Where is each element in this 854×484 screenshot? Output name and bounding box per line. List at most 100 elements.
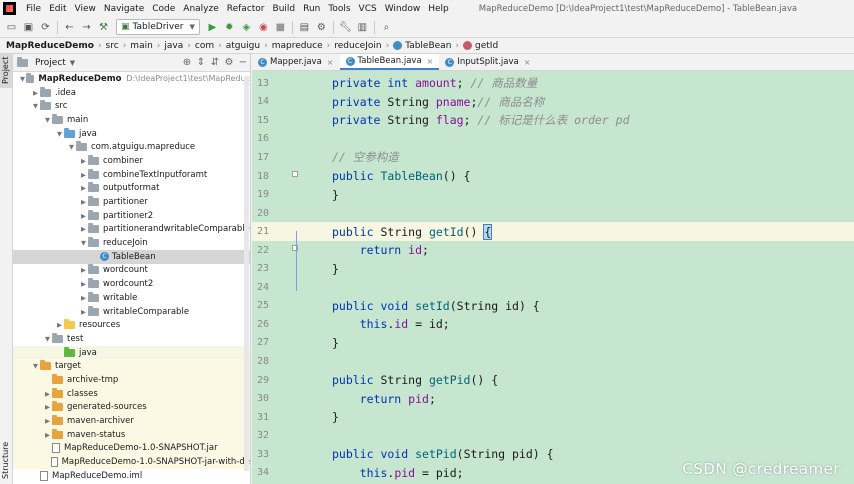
tree-item[interactable]: ▶ wordcount2 bbox=[13, 277, 250, 291]
wrench-icon[interactable]: 🔧︎ bbox=[337, 19, 354, 36]
breadcrumb-item[interactable]: main bbox=[130, 41, 153, 51]
editor-tab[interactable]: C TableBean.java × bbox=[339, 54, 440, 70]
tree-item[interactable]: ▼ com.atguigu.mapreduce bbox=[13, 140, 250, 154]
tree-item[interactable]: ▶ wordcount bbox=[13, 264, 250, 278]
chevron-down-icon[interactable]: ▼ bbox=[43, 116, 52, 124]
code-area[interactable]: 13 private int amount; // 商品数量 14 private S… bbox=[252, 71, 854, 484]
breadcrumb-item[interactable]: reduceJoin bbox=[334, 41, 381, 51]
chevron-right-icon[interactable]: ▶ bbox=[43, 403, 52, 411]
breadcrumb-item[interactable]: src bbox=[106, 41, 119, 51]
menu-item-build[interactable]: Build bbox=[269, 4, 300, 14]
settings-icon[interactable]: ⚙ bbox=[313, 19, 330, 36]
locate-icon[interactable]: ⊕ bbox=[180, 57, 194, 68]
back-arrow-icon[interactable]: ← bbox=[61, 19, 78, 36]
chevron-right-icon[interactable]: ▶ bbox=[79, 212, 88, 220]
profile-icon[interactable]: ◉ bbox=[255, 19, 272, 36]
chevron-right-icon[interactable]: ▶ bbox=[79, 225, 88, 233]
coverage-icon[interactable]: ◈ bbox=[238, 19, 255, 36]
menu-item-window[interactable]: Window bbox=[381, 4, 425, 14]
editor-tab[interactable]: C Mapper.java × bbox=[252, 54, 340, 70]
fold-marker-icon[interactable] bbox=[292, 171, 298, 177]
chevron-right-icon[interactable]: ▶ bbox=[79, 308, 88, 316]
chevron-right-icon[interactable]: ▶ bbox=[79, 184, 88, 192]
chevron-right-icon[interactable]: ▶ bbox=[31, 89, 40, 97]
fold-marker-icon[interactable] bbox=[292, 245, 298, 251]
tree-item[interactable]: ▶ classes bbox=[13, 386, 250, 401]
tree-item[interactable]: ▶ combineTextInputforamt bbox=[13, 168, 250, 182]
tree-item[interactable]: ▼ java bbox=[13, 127, 250, 141]
tree-item[interactable]: ▼ main bbox=[13, 113, 250, 127]
editor-tab[interactable]: C InputSplit.java × bbox=[439, 54, 536, 70]
menu-item-help[interactable]: Help bbox=[424, 4, 453, 14]
chevron-down-icon[interactable]: ▼ bbox=[55, 130, 64, 138]
menu-item-view[interactable]: View bbox=[71, 4, 100, 14]
tree-item[interactable]: ▶ writableComparable bbox=[13, 305, 250, 319]
tree-item[interactable]: MapReduceDemo.iml bbox=[13, 469, 250, 483]
tree-item[interactable]: ▼ reduceJoin bbox=[13, 236, 250, 250]
close-icon[interactable]: × bbox=[327, 58, 334, 67]
menu-item-refactor[interactable]: Refactor bbox=[223, 4, 269, 14]
tree-item[interactable]: ▶ generated-sources bbox=[13, 400, 250, 415]
chevron-right-icon[interactable]: ▶ bbox=[55, 321, 64, 329]
expand-all-icon[interactable]: ⇕ bbox=[194, 57, 208, 68]
chevron-down-icon[interactable]: ▼ bbox=[70, 59, 75, 67]
tree-item[interactable]: java bbox=[13, 345, 250, 360]
chevron-right-icon[interactable]: ▶ bbox=[79, 280, 88, 288]
tree-item[interactable]: ▶ writable bbox=[13, 291, 250, 305]
build-hammer-icon[interactable]: ⚒ bbox=[95, 19, 112, 36]
menu-item-navigate[interactable]: Navigate bbox=[100, 4, 148, 14]
breadcrumb-item[interactable]: mapreduce bbox=[272, 41, 323, 51]
breadcrumb-item[interactable]: TableBean bbox=[405, 41, 451, 51]
tree-item[interactable]: ▼ src bbox=[13, 99, 250, 113]
tree-item[interactable]: MapReduceDemo-1.0-SNAPSHOT-jar-with-de bbox=[13, 455, 250, 469]
breadcrumb-item[interactable]: com bbox=[195, 41, 214, 51]
tree-item[interactable]: ▶ maven-archiver bbox=[13, 414, 250, 428]
tree-item[interactable]: ▼ MapReduceDemo D:\IdeaProject1\test\MapRe… bbox=[13, 72, 250, 86]
menu-item-tools[interactable]: Tools bbox=[324, 4, 354, 14]
menu-item-file[interactable]: File bbox=[22, 4, 45, 14]
open-folder-icon[interactable]: ▭ bbox=[3, 19, 20, 36]
chevron-down-icon[interactable]: ▼ bbox=[31, 362, 40, 370]
chevron-right-icon[interactable]: ▶ bbox=[43, 431, 52, 439]
tree-item[interactable]: ▶ outputformat bbox=[13, 182, 250, 196]
tree-item[interactable]: ▶ partitioner2 bbox=[13, 209, 250, 223]
breadcrumb-item[interactable]: MapReduceDemo bbox=[6, 41, 94, 51]
tool-tab-project[interactable]: Project bbox=[0, 54, 12, 88]
menu-item-edit[interactable]: Edit bbox=[45, 4, 70, 14]
chevron-down-icon[interactable]: ▼ bbox=[31, 102, 40, 110]
hide-icon[interactable]: − bbox=[236, 57, 250, 68]
debug-icon[interactable]: ✹ bbox=[221, 19, 238, 36]
chevron-down-icon[interactable]: ▼ bbox=[43, 335, 52, 343]
chevron-right-icon[interactable]: ▶ bbox=[79, 266, 88, 274]
breadcrumb-item[interactable]: getId bbox=[475, 41, 498, 51]
chevron-right-icon[interactable]: ▶ bbox=[43, 417, 52, 425]
tree-item[interactable]: ▶ partitioner bbox=[13, 195, 250, 209]
save-all-icon[interactable]: ▣ bbox=[20, 19, 37, 36]
run-icon[interactable]: ▶ bbox=[204, 19, 221, 36]
breadcrumb-item[interactable]: java bbox=[164, 41, 183, 51]
chevron-down-icon[interactable]: ▼ bbox=[19, 75, 26, 83]
chevron-right-icon[interactable]: ▶ bbox=[79, 157, 88, 165]
tree-item[interactable]: ▶ resources bbox=[13, 318, 250, 332]
tree-item[interactable]: ▶ partitionerandwritableComparable bbox=[13, 223, 250, 237]
tree-item[interactable]: C TableBean bbox=[13, 249, 250, 264]
chevron-right-icon[interactable]: ▶ bbox=[43, 390, 52, 398]
layout-icon[interactable]: ▥ bbox=[354, 19, 371, 36]
close-icon[interactable]: × bbox=[427, 57, 434, 66]
menu-item-analyze[interactable]: Analyze bbox=[179, 4, 222, 14]
breadcrumb-item[interactable]: atguigu bbox=[226, 41, 260, 51]
tree-item[interactable]: ▼ target bbox=[13, 359, 250, 374]
tree-item[interactable]: archive-tmp bbox=[13, 373, 250, 387]
project-structure-icon[interactable]: ▤ bbox=[296, 19, 313, 36]
menu-item-code[interactable]: Code bbox=[148, 4, 179, 14]
forward-arrow-icon[interactable]: → bbox=[78, 19, 95, 36]
menu-item-run[interactable]: Run bbox=[299, 4, 324, 14]
collapse-all-icon[interactable]: ⇵ bbox=[208, 57, 222, 68]
tree-item[interactable]: MapReduceDemo-1.0-SNAPSHOT.jar bbox=[13, 441, 250, 456]
chevron-right-icon[interactable]: ▶ bbox=[79, 294, 88, 302]
chevron-right-icon[interactable]: ▶ bbox=[79, 171, 88, 179]
chevron-down-icon[interactable]: ▼ bbox=[79, 239, 88, 247]
tree-item[interactable]: ▼ test bbox=[13, 332, 250, 346]
tree-item[interactable]: ▶ maven-status bbox=[13, 427, 250, 442]
tree-item[interactable]: ▶ .idea bbox=[13, 86, 250, 100]
